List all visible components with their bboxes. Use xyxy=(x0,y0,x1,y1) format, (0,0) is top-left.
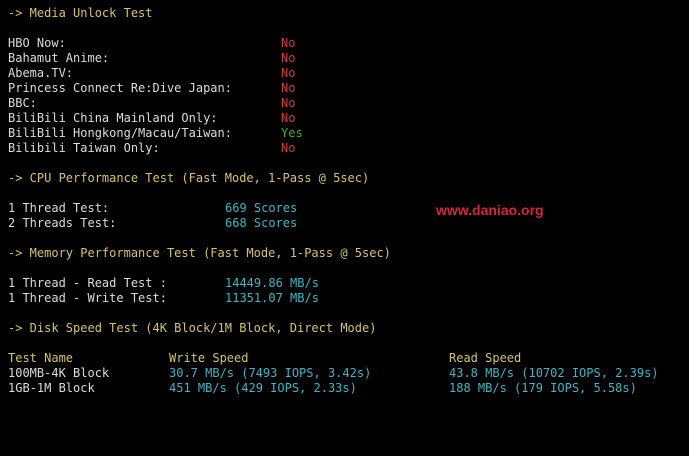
cpu-test-header: -> CPU Performance Test (Fast Mode, 1-Pa… xyxy=(8,171,370,185)
media-unlock-header: -> Media Unlock Test xyxy=(8,6,153,20)
memory-label: 1 Thread - Read Test : xyxy=(8,276,167,290)
media-result: No xyxy=(281,51,296,65)
media-result: No xyxy=(281,141,296,155)
media-result: No xyxy=(281,96,296,110)
media-label: HBO Now: xyxy=(8,36,66,50)
media-result: Yes xyxy=(281,126,303,140)
column-read-speed: Read Speed xyxy=(449,351,522,365)
media-result: No xyxy=(281,111,296,125)
media-result: No xyxy=(281,36,296,50)
media-label: BiliBili Hongkong/Macau/Taiwan: xyxy=(8,126,232,140)
cpu-label: 2 Threads Test: xyxy=(8,216,117,230)
memory-row-read: 1 Thread - Read Test : 14449.86 MB/s xyxy=(8,276,319,291)
media-row-hbo: HBO Now: No xyxy=(8,36,295,51)
watermark-text: www.daniao.org xyxy=(436,202,544,218)
media-label: BiliBili China Mainland Only: xyxy=(8,111,218,125)
memory-value: 11351.07 MB/s xyxy=(225,291,319,305)
disk-read-speed: 188 MB/s (179 IOPS, 5.58s) xyxy=(449,381,637,395)
memory-label: 1 Thread - Write Test: xyxy=(8,291,167,305)
cpu-value: 668 Scores xyxy=(225,216,298,230)
cpu-row-1-thread: 1 Thread Test: 669 Scores xyxy=(8,201,297,216)
memory-row-write: 1 Thread - Write Test: 11351.07 MB/s xyxy=(8,291,319,306)
disk-table-header: Test Name Write Speed Read Speed xyxy=(8,351,521,366)
media-row-bbc: BBC: No xyxy=(8,96,295,111)
media-label: Bilibili Taiwan Only: xyxy=(8,141,160,155)
media-result: No xyxy=(281,81,296,95)
media-row-princess-connect: Princess Connect Re:Dive Japan: No xyxy=(8,81,295,96)
disk-test-name: 100MB-4K Block xyxy=(8,366,110,380)
disk-test-header: -> Disk Speed Test (4K Block/1M Block, D… xyxy=(8,321,377,335)
column-write-speed: Write Speed xyxy=(169,351,249,365)
media-row-abema: Abema.TV: No xyxy=(8,66,295,81)
media-label: Bahamut Anime: xyxy=(8,51,110,65)
disk-row-4k: 100MB-4K Block 30.7 MB/s (7493 IOPS, 3.4… xyxy=(8,366,659,381)
disk-write-speed: 451 MB/s (429 IOPS, 2.33s) xyxy=(169,381,357,395)
cpu-label: 1 Thread Test: xyxy=(8,201,110,215)
media-row-bilibili-mainland: BiliBili China Mainland Only: No xyxy=(8,111,295,126)
disk-read-speed: 43.8 MB/s (10702 IOPS, 2.39s) xyxy=(449,366,659,380)
media-row-bilibili-taiwan: Bilibili Taiwan Only: No xyxy=(8,141,295,156)
disk-write-speed: 30.7 MB/s (7493 IOPS, 3.42s) xyxy=(169,366,372,380)
media-label: BBC: xyxy=(8,96,37,110)
memory-test-header: -> Memory Performance Test (Fast Mode, 1… xyxy=(8,246,391,260)
media-label: Princess Connect Re:Dive Japan: xyxy=(8,81,232,95)
media-row-bahamut: Bahamut Anime: No xyxy=(8,51,295,66)
media-label: Abema.TV: xyxy=(8,66,74,80)
media-row-bilibili-hk: BiliBili Hongkong/Macau/Taiwan: Yes xyxy=(8,126,303,141)
cpu-value: 669 Scores xyxy=(225,201,298,215)
media-result: No xyxy=(281,66,296,80)
column-test-name: Test Name xyxy=(8,351,74,365)
disk-row-1m: 1GB-1M Block 451 MB/s (429 IOPS, 2.33s) … xyxy=(8,381,637,396)
cpu-row-2-threads: 2 Threads Test: 668 Scores xyxy=(8,216,297,231)
disk-test-name: 1GB-1M Block xyxy=(8,381,95,395)
memory-value: 14449.86 MB/s xyxy=(225,276,319,290)
